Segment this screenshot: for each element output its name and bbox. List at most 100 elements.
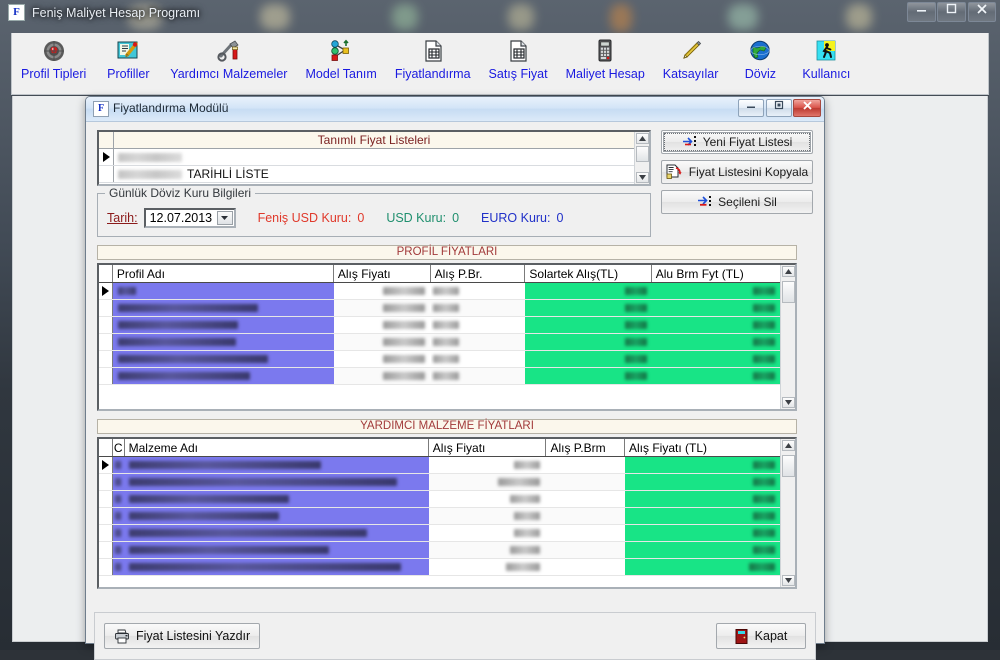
- material-grid-rows: [99, 457, 780, 576]
- cell-profil-adi: [112, 283, 334, 299]
- material-prices-grid[interactable]: C Malzeme Adı Alış Fiyatı Alış P.Brm Alı…: [97, 437, 797, 589]
- column-header-alis-fiyati-tl[interactable]: Alış Fiyatı (TL): [625, 439, 780, 456]
- table-row[interactable]: [99, 334, 780, 351]
- price-list-row[interactable]: [99, 149, 634, 166]
- table-row[interactable]: [99, 559, 780, 576]
- material-grid-main: C Malzeme Adı Alış Fiyatı Alış P.Brm Alı…: [99, 439, 780, 587]
- pencil-icon: [678, 38, 704, 64]
- main-window-titlebar[interactable]: F Feniş Maliyet Hesap Programı: [0, 0, 1000, 33]
- cell-alis-fiyati: [428, 525, 547, 541]
- profile-grid-scrollbar[interactable]: [780, 265, 795, 409]
- cell-solartek-alis: [525, 300, 652, 316]
- column-header-alis-pbrm[interactable]: Alış P.Brm: [546, 439, 626, 456]
- scroll-up-arrow-icon[interactable]: [781, 266, 795, 277]
- scroll-up-arrow-icon[interactable]: [781, 440, 795, 451]
- maximize-button[interactable]: [937, 2, 966, 22]
- close-button[interactable]: [968, 2, 996, 22]
- column-header-alis-pbr[interactable]: Alış P.Br.: [431, 265, 526, 282]
- column-header-alu-brm-fyt[interactable]: Alu Brm Fyt (TL): [652, 265, 780, 282]
- cell-malzeme-adi: [124, 457, 429, 473]
- print-price-list-button[interactable]: Fiyat Listesini Yazdır: [104, 623, 261, 649]
- main-window-title: Feniş Maliyet Hesap Programı: [32, 5, 201, 20]
- cell-alis-pbr: [430, 334, 526, 350]
- redacted-date: [118, 169, 182, 179]
- cell-alis-pbr: [430, 283, 526, 299]
- price-lists-scrollbar[interactable]: [634, 132, 649, 184]
- column-header-alis-fiyati[interactable]: Alış Fiyatı: [429, 439, 547, 456]
- edit-note-icon: [115, 38, 141, 64]
- table-row[interactable]: [99, 542, 780, 559]
- column-header-c[interactable]: C: [113, 439, 125, 456]
- minimize-button[interactable]: [907, 2, 936, 22]
- table-row[interactable]: [99, 457, 780, 474]
- close-dialog-button[interactable]: Kapat: [716, 623, 806, 649]
- price-list-row[interactable]: TARİHLİ LİSTE: [99, 166, 634, 183]
- scroll-down-arrow-icon[interactable]: [781, 397, 795, 408]
- scrollbar-thumb[interactable]: [782, 455, 795, 477]
- cell-malzeme-adi: [124, 525, 429, 541]
- cell-alis-pbrm: [546, 525, 625, 541]
- cell-alis-pbr: [430, 368, 526, 384]
- scroll-down-arrow-icon[interactable]: [635, 172, 649, 183]
- price-lists-grid[interactable]: Tanımlı Fiyat Listeleri TARİHLİ LİSTE: [97, 130, 651, 186]
- date-value: 12.07.2013: [149, 211, 213, 225]
- main-window-title-group: F Feniş Maliyet Hesap Programı: [8, 4, 200, 21]
- material-grid-scrollbar[interactable]: [780, 439, 795, 587]
- cell-malzeme-adi: [124, 542, 429, 558]
- profile-prices-grid[interactable]: Profil Adı Alış Fiyatı Alış P.Br. Solart…: [97, 263, 797, 411]
- column-header-profil-adi[interactable]: Profil Adı: [113, 265, 334, 282]
- copy-price-list-button[interactable]: Fiyat Listesini Kopyala: [661, 160, 813, 184]
- toolbar-item-profiller[interactable]: Profiller: [95, 38, 161, 81]
- column-header-solartek-alis[interactable]: Solartek Alış(TL): [525, 265, 652, 282]
- scrollbar-thumb[interactable]: [782, 281, 795, 303]
- cell-malzeme-adi: [124, 559, 429, 575]
- table-row[interactable]: [99, 283, 780, 300]
- toolbar-item-maliyet-hesap[interactable]: Maliyet Hesap: [557, 38, 654, 81]
- cell-solartek-alis: [525, 283, 652, 299]
- chevron-down-icon[interactable]: [216, 211, 233, 225]
- toolbar-item-model-tanim[interactable]: Model Tanım: [296, 38, 385, 81]
- toolbar-item-satis-fiyat[interactable]: Satış Fiyat: [480, 38, 557, 81]
- table-row[interactable]: [99, 351, 780, 368]
- toolbar-item-yardimci-malzemeler[interactable]: Yardımcı Malzemeler: [161, 38, 296, 81]
- table-row[interactable]: [99, 491, 780, 508]
- table-row[interactable]: [99, 525, 780, 542]
- toolbar-item-katsayilar[interactable]: Katsayılar: [654, 38, 728, 81]
- desktop-blur-blob: [610, 4, 632, 32]
- copy-document-icon: [666, 164, 682, 179]
- table-row[interactable]: [99, 508, 780, 525]
- profile-prices-banner: PROFİL FİYATLARI: [97, 245, 797, 260]
- toolbar-item-doviz[interactable]: Döviz: [727, 38, 793, 81]
- price-lists-inner: Tanımlı Fiyat Listeleri TARİHLİ LİSTE: [99, 132, 634, 184]
- delete-selected-button[interactable]: Seçileni Sil: [661, 190, 813, 214]
- dialog-close-button[interactable]: [793, 99, 821, 117]
- cell-malzeme-adi: [124, 508, 429, 524]
- delete-selected-label: Seçileni Sil: [718, 195, 777, 209]
- column-header-alis-fiyati[interactable]: Alış Fiyatı: [334, 265, 431, 282]
- row-indicator-column: [99, 132, 114, 148]
- row-indicator: [99, 149, 114, 165]
- row-indicator: [99, 559, 113, 575]
- column-header-malzeme-adi[interactable]: Malzeme Adı: [125, 439, 429, 456]
- cell-profil-adi: [112, 368, 334, 384]
- dialog-minimize-button[interactable]: [738, 99, 764, 117]
- new-price-list-button[interactable]: Yeni Fiyat Listesi: [661, 130, 813, 154]
- scroll-up-arrow-icon[interactable]: [635, 133, 649, 144]
- table-row[interactable]: [99, 300, 780, 317]
- euro-label: EURO Kuru:: [481, 211, 551, 225]
- table-row[interactable]: [99, 474, 780, 491]
- cell-solartek-alis: [525, 368, 652, 384]
- toolbar-item-profil-tipleri[interactable]: Profil Tipleri: [12, 38, 95, 81]
- toolbar-item-fiyatlandirma[interactable]: Fiyatlandırma: [386, 38, 480, 81]
- dialog-restore-button[interactable]: [766, 99, 792, 117]
- table-row[interactable]: [99, 368, 780, 385]
- cell-c: [112, 508, 125, 524]
- toolbar-item-kullanici[interactable]: Kullanıcı: [793, 38, 859, 81]
- table-row[interactable]: [99, 317, 780, 334]
- dialog-titlebar[interactable]: F Fiyatlandırma Modülü: [86, 97, 824, 122]
- date-combobox[interactable]: 12.07.2013: [143, 208, 236, 228]
- cell-alu-brm-fyt: [651, 368, 780, 384]
- scroll-down-arrow-icon[interactable]: [781, 575, 795, 586]
- cell-c: [112, 491, 125, 507]
- scrollbar-thumb[interactable]: [636, 146, 649, 162]
